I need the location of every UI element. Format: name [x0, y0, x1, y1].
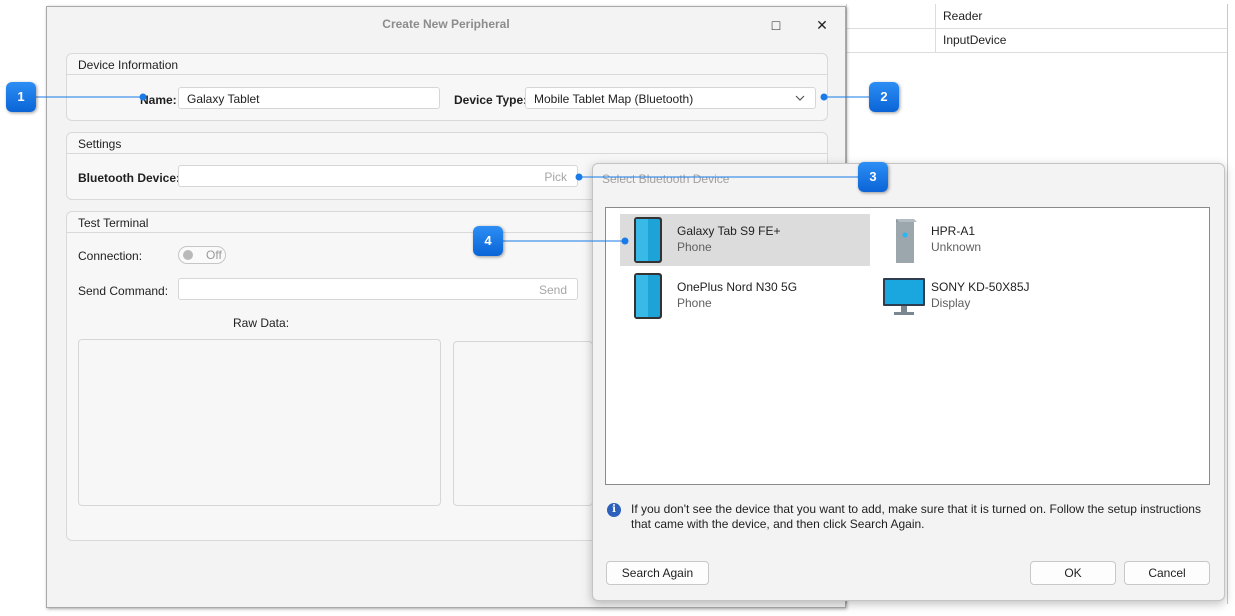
cancel-button[interactable]: Cancel [1124, 561, 1210, 585]
table-cell: InputDevice [943, 33, 1007, 47]
group-title: Test Terminal [78, 216, 149, 230]
name-label: Name: [140, 93, 177, 107]
device-name: HPR-A1 [931, 224, 976, 238]
table-row[interactable]: Reader [847, 4, 1227, 29]
device-type: Phone [677, 240, 712, 254]
connection-toggle[interactable]: Off [178, 246, 226, 264]
send-command-field[interactable]: Send [178, 278, 578, 300]
phone-icon [634, 273, 662, 319]
raw-data-box[interactable] [78, 339, 441, 506]
callout-1: 1 [6, 82, 36, 112]
device-item[interactable]: OnePlus Nord N30 5G Phone [620, 270, 870, 322]
device-type: Display [931, 296, 971, 310]
select-bluetooth-dialog: Select Bluetooth Device Galaxy Tab S9 FE… [592, 163, 1225, 601]
chevron-down-icon [795, 95, 805, 101]
send-command-label: Send Command: [78, 284, 169, 298]
table-row[interactable]: InputDevice [847, 28, 1227, 53]
ok-button[interactable]: OK [1030, 561, 1116, 585]
callout-4: 4 [473, 226, 503, 256]
raw-data-box-secondary[interactable] [453, 341, 593, 506]
dialog-title: Select Bluetooth Device [602, 172, 730, 186]
search-again-button[interactable]: Search Again [606, 561, 709, 585]
raw-data-label: Raw Data: [233, 316, 290, 330]
phone-icon [634, 217, 662, 263]
device-name: Galaxy Tab S9 FE+ [677, 224, 781, 238]
device-type: Unknown [931, 240, 982, 254]
device-list[interactable]: Galaxy Tab S9 FE+ Phone HPR-A1 Unknown O… [605, 207, 1210, 485]
device-type-value: Mobile Tablet Map (Bluetooth) [534, 92, 694, 106]
bluetooth-device-field[interactable]: Pick [178, 165, 578, 187]
device-name: OnePlus Nord N30 5G [677, 280, 798, 294]
maximize-button[interactable]: □ [766, 15, 786, 35]
name-field[interactable]: Galaxy Tablet [178, 87, 440, 109]
device-type-select[interactable]: Mobile Tablet Map (Bluetooth) [525, 87, 816, 109]
info-text: If you don't see the device that you wan… [631, 502, 1201, 531]
close-button[interactable]: ✕ [812, 15, 832, 35]
device-name: SONY KD-50X85J [931, 280, 1030, 294]
dialog-title: Create New Peripheral [382, 17, 510, 31]
callout-2: 2 [869, 82, 899, 112]
name-value: Galaxy Tablet [187, 92, 260, 106]
device-information-group: Device Information Name: Galaxy Tablet D… [66, 53, 828, 121]
device-type: Phone [677, 296, 712, 310]
device-item[interactable]: Galaxy Tab S9 FE+ Phone [620, 214, 870, 266]
group-title: Settings [78, 137, 122, 151]
callout-3: 3 [858, 162, 888, 192]
device-item[interactable]: SONY KD-50X85J Display [874, 270, 1124, 322]
info-icon: i [607, 503, 621, 517]
device-type-label: Device Type: [454, 93, 528, 107]
send-button[interactable]: Send [539, 283, 567, 297]
pick-button[interactable]: Pick [544, 170, 567, 184]
bluetooth-device-label: Bluetooth Device: [78, 171, 181, 185]
monitor-icon [883, 278, 925, 315]
device-tower-icon [896, 219, 917, 263]
table-cell: Reader [943, 9, 983, 23]
toggle-knob [183, 250, 193, 260]
device-item[interactable]: HPR-A1 Unknown [874, 214, 1124, 266]
group-title: Device Information [78, 58, 179, 72]
connection-label: Connection: [78, 249, 143, 263]
toggle-state: Off [206, 248, 222, 262]
